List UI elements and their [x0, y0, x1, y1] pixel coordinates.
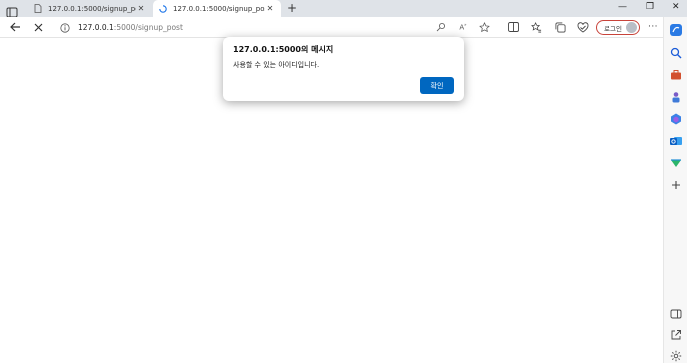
- new-tab-icon[interactable]: +: [287, 1, 297, 15]
- favorites-icon[interactable]: [529, 20, 543, 34]
- settings-gear-icon[interactable]: [670, 347, 682, 362]
- copilot-icon[interactable]: [670, 21, 682, 36]
- profile-login-button[interactable]: 로그인: [596, 20, 640, 35]
- collections-icon[interactable]: [553, 20, 567, 34]
- url-path: :5000/signup_post: [113, 23, 183, 32]
- split-screen-icon[interactable]: [506, 20, 520, 34]
- dialog-title: 127.0.0.1:5000의 메시지: [233, 45, 334, 54]
- close-tab-icon[interactable]: ✕: [265, 4, 275, 13]
- login-label: 로그인: [604, 24, 622, 33]
- microsoft-365-icon[interactable]: [670, 110, 682, 125]
- close-window-icon[interactable]: ✕: [672, 2, 680, 12]
- close-tab-icon[interactable]: ✕: [136, 4, 146, 13]
- browser-window: 127.0.0.1:5000/signup_post ✕ 127.0.0.1:5…: [0, 0, 687, 363]
- games-icon[interactable]: [670, 88, 682, 103]
- stop-loading-icon[interactable]: [31, 20, 45, 34]
- tools-briefcase-icon[interactable]: [670, 66, 682, 80]
- search-icon[interactable]: [670, 44, 682, 59]
- tab-strip: 127.0.0.1:5000/signup_post ✕ 127.0.0.1:5…: [0, 0, 687, 18]
- minimize-icon[interactable]: —: [618, 2, 627, 12]
- alert-dialog: 127.0.0.1:5000의 메시지 사용할 수 있는 아이디입니다. 확인: [223, 37, 464, 101]
- dialog-message: 사용할 수 있는 아이디입니다.: [233, 61, 320, 69]
- favorite-star-icon[interactable]: [477, 20, 491, 34]
- url-host: 127.0.0.1: [78, 23, 114, 32]
- read-aloud-icon[interactable]: A»: [456, 20, 470, 34]
- tab-inactive[interactable]: 127.0.0.1:5000/signup_post ✕: [28, 0, 152, 17]
- outlook-icon[interactable]: [670, 132, 682, 145]
- tab-title: 127.0.0.1:5000/signup_post: [48, 4, 136, 13]
- edge-sidebar: [663, 17, 687, 363]
- loading-spinner-icon: [159, 4, 167, 13]
- more-menu-icon[interactable]: ···: [646, 20, 660, 34]
- add-sidebar-app-icon[interactable]: [670, 176, 682, 189]
- ok-button[interactable]: 확인: [420, 77, 454, 94]
- tab-title: 127.0.0.1:5000/signup_post: [173, 4, 265, 13]
- drop-icon[interactable]: [670, 154, 682, 167]
- hide-sidebar-icon[interactable]: [670, 305, 682, 319]
- open-external-icon[interactable]: [670, 326, 682, 340]
- browser-essentials-icon[interactable]: [576, 20, 590, 34]
- tab-active[interactable]: 127.0.0.1:5000/signup_post ✕: [153, 0, 281, 17]
- back-icon[interactable]: [8, 20, 22, 34]
- avatar-icon: [626, 22, 637, 33]
- tab-actions-icon[interactable]: [6, 3, 18, 18]
- restore-icon[interactable]: ❐: [646, 2, 654, 12]
- toolbar: 127.0.0.1:5000/signup_post A» 로그인 ···: [0, 17, 687, 38]
- page-icon: [34, 4, 42, 13]
- info-icon[interactable]: [60, 22, 70, 33]
- search-key-icon[interactable]: [434, 20, 448, 34]
